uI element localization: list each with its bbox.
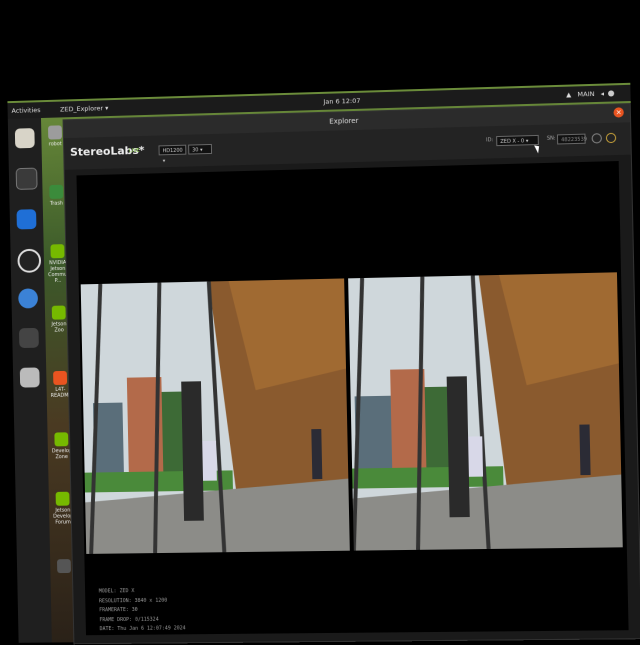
document-icon [53,370,68,386]
nvidia-icon [54,432,69,447]
vscode-icon[interactable] [16,209,37,230]
power-icon[interactable] [607,90,615,97]
app-menu[interactable]: ZED_Explorer ▾ [60,104,108,113]
right-camera-view[interactable] [348,272,623,551]
app-icon[interactable] [18,327,39,349]
right-frame-image [348,272,623,551]
nvidia-icon [50,244,65,259]
fps-select[interactable]: 30 ▾ [188,143,213,155]
camera-id-select[interactable]: ZED X - 0 ▾ [496,134,539,147]
viewer-empty-area [76,161,621,275]
drive-icon[interactable] [19,367,40,388]
chromium-icon[interactable] [18,288,39,309]
settings-icon[interactable] [605,132,617,144]
terminal-icon[interactable] [15,167,38,190]
clock[interactable]: Jan 6 12:07 [323,97,360,106]
screen: Activities ZED_Explorer ▾ Jan 6 12:07 ▲ … [0,0,640,645]
app-icon [56,559,71,574]
files-icon[interactable] [14,128,35,149]
desktop-icon-label: Trash [49,200,64,207]
desktop-icon-label: robot [48,141,62,148]
serial-label: SN: [546,135,556,142]
explorer-window: Explorer × StereoLabs* LIVE HD1200 ▾ 30 … [62,103,640,645]
left-camera-view[interactable] [80,278,350,554]
live-badge: LIVE [128,147,140,155]
user-label: MAIN [577,89,595,99]
info-date: DATE: Thu Jan 6 12:07:49 2024 [99,625,186,633]
obs-icon[interactable] [17,248,42,273]
nvidia-icon [51,305,66,320]
refresh-icon[interactable] [591,133,602,144]
desktop-icon-label: Jetson Zoo [51,321,67,334]
system-tray[interactable]: ▲ MAIN ◂ [566,90,604,99]
camera-info-panel: MODEL: ZED X RESOLUTION: 3840 x 1200 FRA… [99,587,186,635]
window-title: Explorer [329,116,359,126]
folder-icon [48,125,62,140]
serial-field: 48223539 [556,133,587,145]
volume-icon: ◂ [600,89,605,98]
activities-button[interactable]: Activities [11,106,40,115]
resolution-select[interactable]: HD1200 ▾ [158,144,187,164]
close-icon[interactable]: × [613,107,624,118]
left-frame-image [80,278,350,554]
trash-icon [49,184,64,199]
nvidia-icon [55,491,70,506]
video-viewer: MODEL: ZED X RESOLUTION: 3840 x 1200 FRA… [76,161,629,636]
camera-id-label: ID: [486,137,494,144]
network-icon: ▲ [566,90,572,99]
